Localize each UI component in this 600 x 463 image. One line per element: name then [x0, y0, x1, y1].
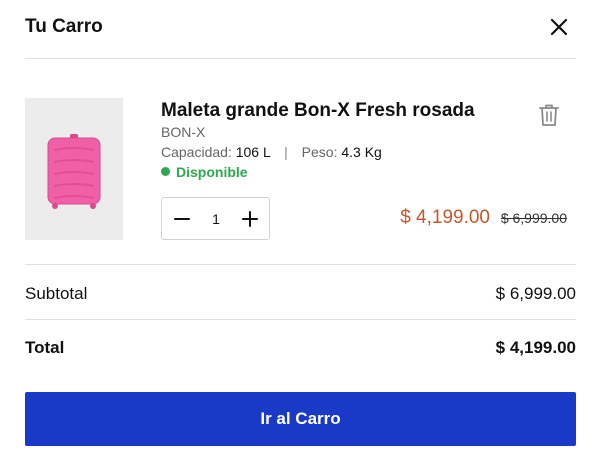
product-specs: Capacidad: 106 L | Peso: 4.3 Kg	[161, 144, 382, 160]
decrease-quantity-button[interactable]	[169, 206, 195, 232]
spec-separator: |	[284, 144, 288, 160]
product-name[interactable]: Maleta grande Bon-X Fresh rosada	[161, 100, 475, 122]
product-image	[25, 98, 123, 240]
summary-divider	[25, 319, 576, 320]
capacity-label: Capacidad:	[161, 144, 232, 160]
increase-quantity-button[interactable]	[237, 206, 263, 232]
close-icon[interactable]	[546, 14, 572, 40]
weight-value: 4.3 Kg	[341, 144, 382, 160]
weight-label: Peso:	[301, 144, 338, 160]
availability-label: Disponible	[176, 164, 248, 180]
subtotal-label: Subtotal	[25, 284, 88, 303]
quantity-value[interactable]: 1	[202, 211, 230, 227]
sale-price: $ 4,199.00	[400, 207, 490, 228]
product-brand: BON-X	[161, 124, 206, 140]
quantity-stepper: 1	[161, 197, 270, 240]
subtotal-value: $ 6,999.00	[495, 284, 576, 303]
trash-icon[interactable]	[538, 103, 560, 127]
header-divider	[25, 58, 576, 59]
availability-status: Disponible	[161, 164, 248, 180]
cart-header: Tu Carro	[0, 0, 600, 58]
item-divider	[25, 264, 576, 265]
capacity-value: 106 L	[235, 144, 271, 160]
availability-dot-icon	[161, 167, 170, 176]
go-to-cart-button[interactable]: Ir al Carro	[25, 392, 576, 446]
original-price: $ 6,999.00	[500, 210, 567, 226]
total-value: $ 4,199.00	[495, 338, 576, 357]
cart-title: Tu Carro	[25, 16, 103, 37]
total-label: Total	[25, 338, 65, 357]
